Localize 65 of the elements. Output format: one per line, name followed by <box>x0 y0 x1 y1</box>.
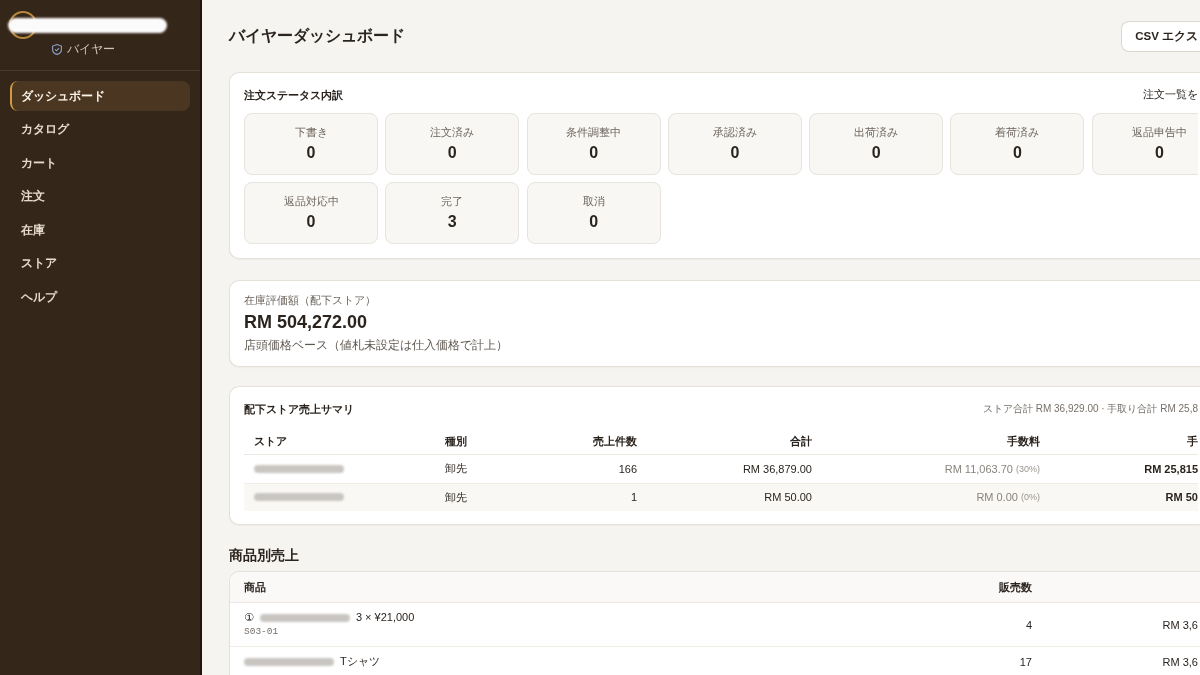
table-cell-text: RM 11,063.70 (30%) <box>943 462 1041 475</box>
orders-link[interactable]: 注文一覧を <box>1143 88 1198 102</box>
column-header: 手 <box>1186 433 1198 449</box>
sku-text: S03-01 <box>244 625 279 639</box>
shield-icon <box>52 43 62 55</box>
status-label: 出荷済み <box>854 125 899 139</box>
status-count: 0 <box>1154 143 1164 163</box>
column-header: 種別 <box>444 433 468 449</box>
column-header: 商品 <box>243 579 267 595</box>
status-count: 0 <box>447 143 457 163</box>
role-label: バイヤー <box>67 41 115 57</box>
table-cell-text: 卸先 <box>444 461 468 477</box>
nav-item[interactable]: ダッシュボード <box>10 81 190 111</box>
status-label: 返品対応中 <box>283 194 339 208</box>
table-cell-text: 166 <box>617 462 638 475</box>
column-header: 売上件数 <box>592 433 638 449</box>
page-title: バイヤーダッシュボード <box>229 25 405 46</box>
column-header: ストア <box>253 433 288 449</box>
table-cell-text: RM 3,6 <box>1161 655 1199 668</box>
nav-item[interactable]: 注文 <box>10 181 190 212</box>
status-count: 0 <box>1013 143 1022 163</box>
nav-item[interactable]: カタログ <box>10 114 190 145</box>
table-cell-text: 1 <box>629 491 638 504</box>
inventory-value: RM 504,272.00 <box>244 311 368 334</box>
card-title: 配下ストア売上サマリ <box>244 401 354 417</box>
table-cell-text: RM 50.00 <box>763 491 813 504</box>
status-count: 0 <box>306 143 316 163</box>
column-header: 販売数 <box>998 579 1033 595</box>
product-name: 3 × ¥21,000 <box>355 610 415 625</box>
product-name: Tシャツ <box>340 654 380 669</box>
product-name: ① <box>244 610 254 625</box>
status-label: 着荷済み <box>995 125 1040 139</box>
inventory-note: 店頭価格ベース（値札未設定は仕入価格で計上） <box>244 337 508 353</box>
status-label: 下書き <box>294 125 328 139</box>
status-count: 0 <box>589 212 599 232</box>
table-cell-text: RM 36,879.00 <box>741 462 813 475</box>
export-button[interactable]: CSV エクス <box>1121 20 1200 52</box>
table-cell-text: RM 3,6 <box>1161 618 1199 631</box>
status-count: 0 <box>730 143 740 163</box>
nav-item[interactable]: 在庫 <box>10 215 190 246</box>
table-cell-text: RM 50 <box>1164 491 1198 504</box>
nav-item[interactable]: カート <box>10 148 190 179</box>
status-count: 0 <box>589 143 599 163</box>
status-label: 注文済み <box>430 125 475 139</box>
status-label: 取消 <box>582 194 605 208</box>
status-count: 0 <box>871 143 881 163</box>
sales-totals: ストア合計 RM 36,929.00 · 手取り合計 RM 25,8 <box>982 402 1198 416</box>
status-label: 条件調整中 <box>566 125 622 139</box>
card-title: 注文ステータス内訳 <box>244 87 343 103</box>
status-label: 承認済み <box>712 125 757 139</box>
column-header: 合計 <box>789 433 813 449</box>
section-title: 商品別売上 <box>229 546 300 565</box>
table-cell-text: 4 <box>1024 618 1033 631</box>
nav-item[interactable]: ヘルプ <box>10 282 190 313</box>
status-label: 返品申告中 <box>1131 125 1187 139</box>
status-label: 完了 <box>441 194 464 208</box>
table-cell-text: RM 0.00 (0%) <box>975 491 1041 504</box>
table-cell-text: 卸先 <box>444 489 468 505</box>
column-header: 手数料 <box>1006 433 1041 449</box>
table-cell-text: 17 <box>1018 655 1033 668</box>
table-cell-text: RM 25,815 <box>1143 462 1198 475</box>
status-count: 0 <box>306 212 316 232</box>
status-count: 3 <box>447 212 457 232</box>
nav-item[interactable]: ストア <box>10 248 190 279</box>
inventory-label: 在庫評価額（配下ストア） <box>244 293 376 307</box>
